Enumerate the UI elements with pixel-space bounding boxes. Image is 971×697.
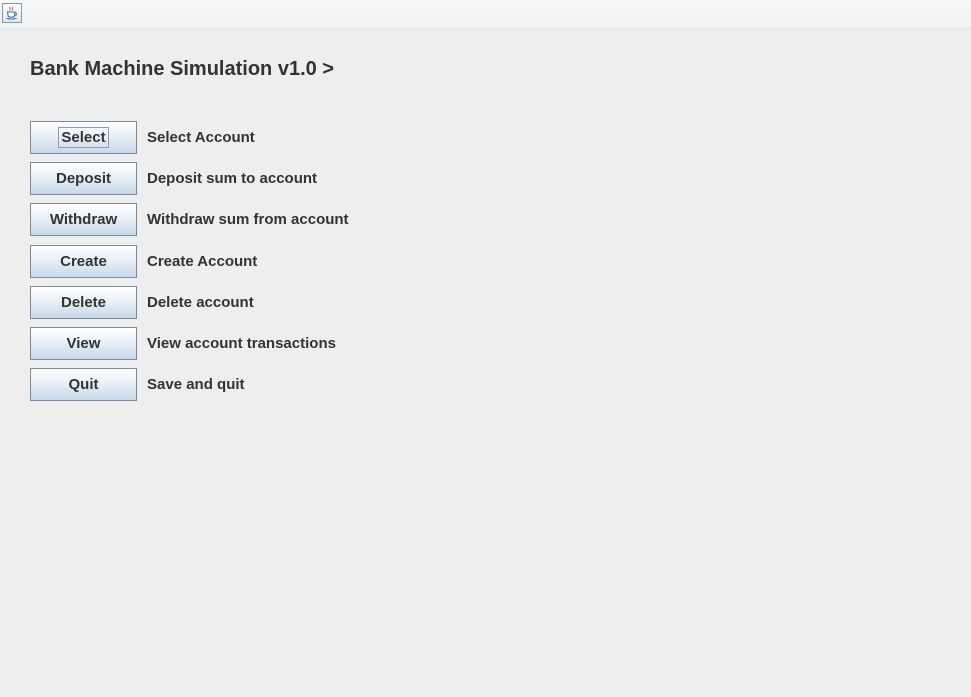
select-description: Select Account (147, 129, 255, 146)
withdraw-button[interactable]: Withdraw (30, 203, 137, 236)
view-button-label: View (66, 335, 101, 352)
deposit-description: Deposit sum to account (147, 170, 318, 187)
menu-row-delete: Delete Delete account (30, 286, 254, 319)
menu-row-deposit: Deposit Deposit sum to account (30, 162, 317, 195)
menu-row-create: Create Create Account (30, 245, 257, 278)
withdraw-button-label: Withdraw (49, 211, 118, 228)
deposit-button-label: Deposit (55, 170, 111, 187)
view-button[interactable]: View (30, 327, 137, 360)
menu-row-view: View View account transactions (30, 327, 336, 360)
withdraw-description: Withdraw sum from account (147, 211, 349, 228)
delete-button[interactable]: Delete (30, 286, 137, 319)
delete-button-label: Delete (60, 294, 107, 311)
quit-button[interactable]: Quit (30, 368, 137, 401)
menu-row-withdraw: Withdraw Withdraw sum from account (30, 203, 349, 236)
create-button-label: Create (60, 253, 107, 270)
java-coffee-cup-icon[interactable] (2, 3, 22, 23)
menu-row-quit: Quit Save and quit (30, 368, 245, 401)
select-button[interactable]: Select (30, 121, 137, 154)
deposit-button[interactable]: Deposit (30, 162, 137, 195)
delete-description: Delete account (147, 294, 254, 311)
quit-description: Save and quit (147, 376, 245, 393)
page-title: Bank Machine Simulation v1.0 > (30, 58, 334, 80)
window-title-bar[interactable] (0, 0, 971, 29)
select-button-label: Select (58, 127, 109, 148)
menu-row-select: Select Select Account (30, 121, 255, 154)
create-button[interactable]: Create (30, 245, 137, 278)
view-description: View account transactions (147, 335, 336, 352)
create-description: Create Account (147, 253, 258, 270)
quit-button-label: Quit (68, 376, 99, 393)
